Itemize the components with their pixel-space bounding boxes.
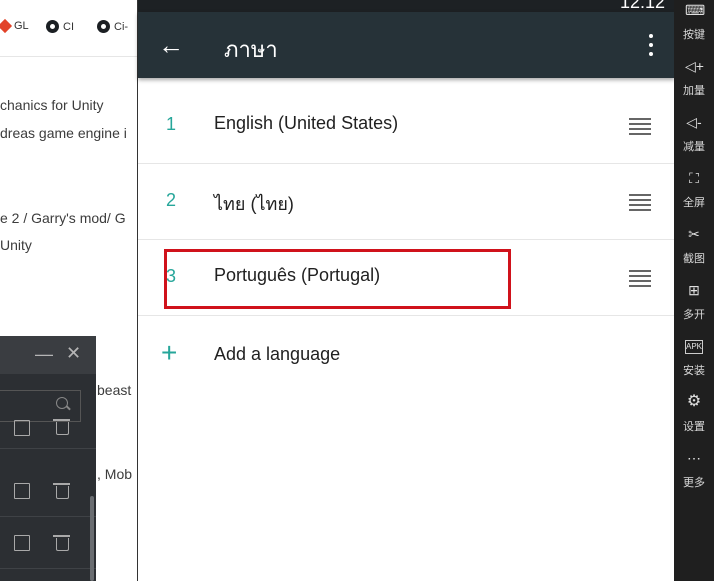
trash-icon[interactable]: [53, 483, 70, 499]
sidebar-item-fullscreen[interactable]: ⛶ 全屏: [674, 168, 714, 222]
sidebar-item-label: 减量: [683, 141, 705, 153]
dialog-scrollbar[interactable]: [90, 496, 94, 581]
dialog-row: [0, 419, 96, 449]
gear-icon: ⚙: [686, 393, 702, 410]
drag-handle-icon[interactable]: [629, 270, 651, 287]
page-text-line[interactable]: dreas game engine i: [0, 125, 127, 141]
sidebar-item-volume-down[interactable]: ◁- 减量: [674, 112, 714, 166]
dark-dialog-window: — ✕: [0, 336, 96, 581]
apk-icon: APK: [685, 340, 703, 354]
emulator-sidebar: ⌨ 按键 ◁+ 加量 ◁- 减量 ⛶ 全屏 ✂ 截图 ⊞ 多开 APK 安装 ⚙…: [674, 0, 714, 581]
language-item-1[interactable]: 1 English (United States): [138, 88, 675, 164]
bookmark-gl[interactable]: GL: [0, 18, 29, 34]
page-text-line[interactable]: beast: [97, 382, 131, 398]
sidebar-item-label: 按键: [683, 29, 705, 41]
language-item-2[interactable]: 2 ไทย (ไทย): [138, 164, 675, 240]
page-text-line[interactable]: e 2 / Garry's mod/ G: [0, 210, 126, 226]
sidebar-item-label: 多开: [683, 309, 705, 321]
sidebar-item-label: 截图: [683, 253, 705, 265]
sidebar-item-install[interactable]: APK 安装: [674, 336, 714, 390]
drag-handle-icon[interactable]: [629, 118, 651, 135]
trash-icon[interactable]: [53, 535, 70, 551]
volume-down-icon: ◁-: [686, 114, 702, 130]
fullscreen-icon: ⛶: [689, 170, 699, 186]
back-arrow-icon[interactable]: ←: [156, 30, 186, 60]
dialog-search-input[interactable]: [0, 390, 81, 422]
drag-handle-icon[interactable]: [629, 194, 651, 211]
sidebar-item-keys[interactable]: ⌨ 按键: [674, 0, 714, 54]
keyboard-icon: ⌨: [685, 2, 706, 18]
status-bar: 12:12: [138, 0, 675, 12]
sidebar-item-label: 全屏: [683, 197, 705, 209]
bookmark-ci-2[interactable]: Ci-: [97, 20, 128, 33]
volume-up-icon: ◁+: [685, 58, 704, 74]
sidebar-item-screenshot[interactable]: ✂ 截图: [674, 224, 714, 278]
page-text-line[interactable]: , Mob: [97, 466, 132, 482]
language-number: 2: [166, 190, 177, 210]
language-name: ไทย (ไทย): [214, 194, 294, 214]
plus-icon: +: [161, 337, 178, 368]
dialog-row: [0, 464, 96, 517]
page-text-line[interactable]: chanics for Unity: [0, 97, 103, 113]
highlight-annotation-box: [164, 249, 511, 309]
page-title: ภาษา: [224, 37, 278, 62]
sidebar-item-label: 安装: [683, 365, 705, 377]
github-icon: [97, 20, 110, 33]
sidebar-item-volume-up[interactable]: ◁+ 加量: [674, 56, 714, 110]
edit-icon[interactable]: [14, 483, 30, 499]
sidebar-item-label: 加量: [683, 85, 705, 97]
sidebar-item-label: 设置: [683, 421, 705, 433]
bookmark-ci[interactable]: CI: [46, 20, 74, 33]
background-browser-window: GL CI Ci- chanics for Unity dreas game e…: [0, 0, 137, 581]
edit-icon[interactable]: [14, 420, 30, 436]
language-name: English (United States): [214, 113, 399, 133]
trash-icon[interactable]: [53, 419, 70, 435]
scissors-icon: ✂: [688, 226, 700, 242]
language-number: 1: [166, 114, 177, 134]
search-icon[interactable]: [56, 397, 68, 409]
page-text-line[interactable]: Unity: [0, 237, 32, 253]
gitlab-icon: [0, 18, 13, 34]
sidebar-item-settings[interactable]: ⚙ 设置: [674, 392, 714, 446]
close-icon[interactable]: ✕: [66, 343, 81, 364]
dialog-row: [0, 516, 96, 569]
overflow-menu-icon[interactable]: [643, 32, 659, 60]
add-language-button[interactable]: + Add a language: [138, 318, 675, 390]
sidebar-item-label: 更多: [683, 477, 705, 489]
bookmarks-bar: GL CI Ci-: [0, 0, 137, 57]
sidebar-item-more[interactable]: ⋯ 更多: [674, 448, 714, 502]
dialog-titlebar: — ✕: [0, 336, 96, 374]
add-language-label: Add a language: [214, 344, 341, 364]
status-time: 12:12: [619, 0, 665, 12]
multi-window-icon: ⊞: [688, 282, 700, 298]
github-icon: [46, 20, 59, 33]
emulator-screen: 12:12 ← ภาษา 1 English (United States) 2…: [137, 0, 675, 581]
app-bar: ← ภาษา: [138, 12, 675, 78]
edit-icon[interactable]: [14, 535, 30, 551]
more-icon: ⋯: [687, 450, 701, 466]
minimize-icon[interactable]: —: [35, 344, 53, 365]
sidebar-item-multi-instance[interactable]: ⊞ 多开: [674, 280, 714, 334]
